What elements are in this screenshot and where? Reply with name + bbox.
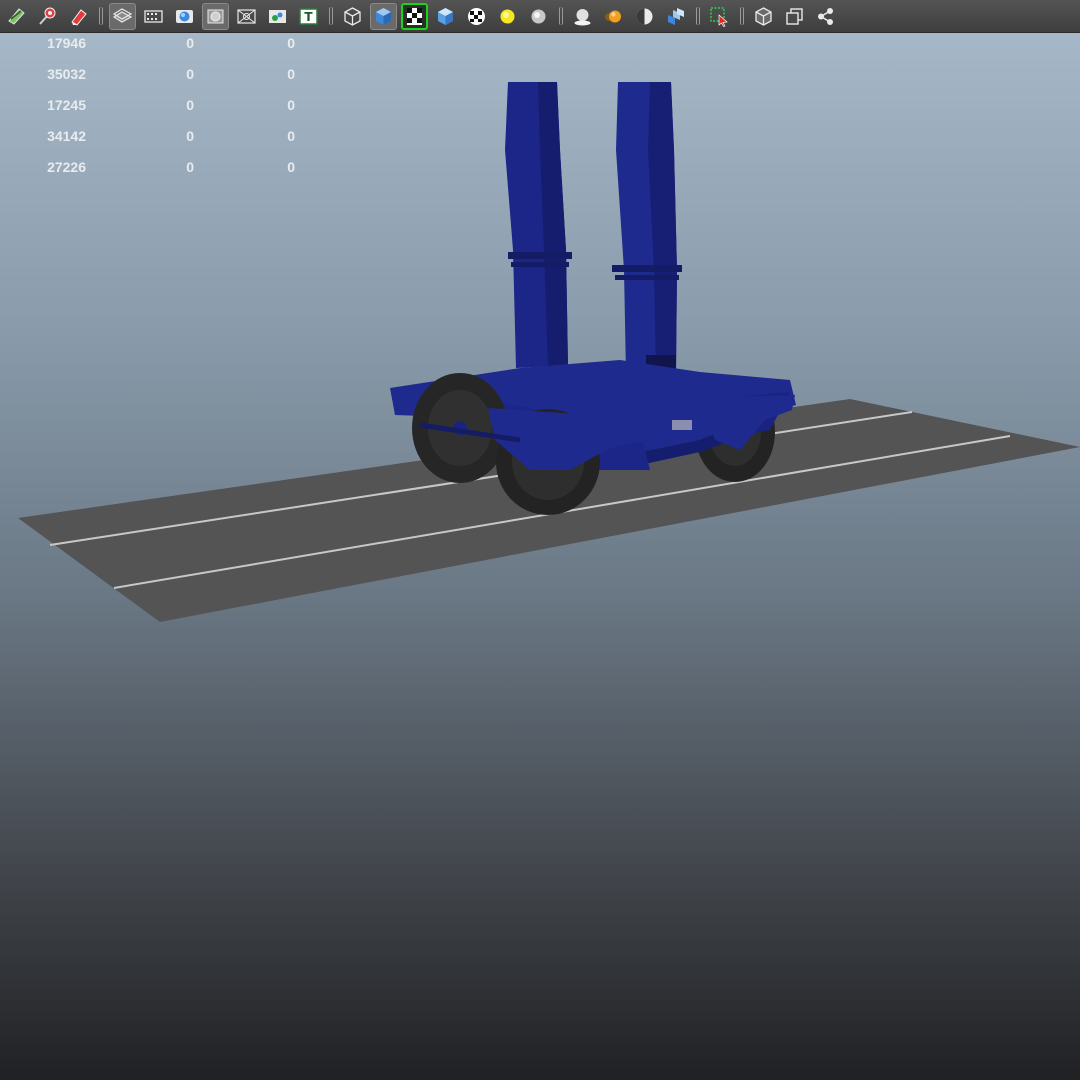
shadows-icon[interactable] xyxy=(525,3,552,30)
textured-icon[interactable] xyxy=(463,3,490,30)
isolate-select-icon[interactable] xyxy=(706,3,733,30)
camera-attributes-icon[interactable] xyxy=(34,3,61,30)
hud-value: 0 xyxy=(186,66,194,82)
depth-of-field-icon[interactable] xyxy=(662,3,689,30)
field-chart-icon[interactable] xyxy=(233,3,260,30)
hud-value: 35032 xyxy=(47,66,86,82)
wireframe-icon[interactable] xyxy=(339,3,366,30)
hud-value: 0 xyxy=(287,66,295,82)
viewport-toolbar: T xyxy=(0,0,1080,33)
bookmark-icon[interactable] xyxy=(65,3,92,30)
hud-value: 0 xyxy=(186,35,194,51)
wireframe-on-shaded-icon[interactable] xyxy=(401,2,428,30)
hud-value: 0 xyxy=(287,128,295,144)
resolution-gate-icon[interactable] xyxy=(171,3,198,30)
hud-value: 17245 xyxy=(47,97,86,113)
film-gate-icon[interactable] xyxy=(140,3,167,30)
xray-active-components-icon[interactable] xyxy=(812,3,839,30)
safe-title-icon[interactable]: T xyxy=(295,3,322,30)
toolbar-separator[interactable] xyxy=(328,5,334,27)
3d-viewport[interactable]: 17946 0 0 35032 0 0 17245 0 0 34142 0 0 … xyxy=(0,0,1080,1080)
xray-icon[interactable] xyxy=(750,3,777,30)
image-plane-icon[interactable] xyxy=(109,2,136,30)
screen-space-ao-icon[interactable] xyxy=(569,3,596,30)
hud-value: 27226 xyxy=(47,159,86,175)
hud-value: 0 xyxy=(186,128,194,144)
xray-joints-icon[interactable] xyxy=(781,3,808,30)
default-material-icon[interactable] xyxy=(432,3,459,30)
toolbar-separator[interactable] xyxy=(558,5,564,27)
gate-mask-icon[interactable] xyxy=(202,2,229,30)
hud-value: 0 xyxy=(186,159,194,175)
toolbar-separator[interactable] xyxy=(739,5,745,27)
model-post-right[interactable] xyxy=(612,82,682,375)
model-post-left[interactable] xyxy=(505,82,572,368)
smooth-shade-icon[interactable] xyxy=(370,2,397,30)
hud-value: 34142 xyxy=(47,128,86,144)
toolbar-separator[interactable] xyxy=(98,5,104,27)
safe-action-icon[interactable] xyxy=(264,3,291,30)
hud-value: 0 xyxy=(287,159,295,175)
hud-value: 0 xyxy=(287,35,295,51)
hud-value: 17946 xyxy=(47,35,86,51)
motion-blur-icon[interactable] xyxy=(600,3,627,30)
multisample-aa-icon[interactable] xyxy=(631,3,658,30)
toolbar-separator[interactable] xyxy=(695,5,701,27)
hud-value: 0 xyxy=(186,97,194,113)
svg-text:T: T xyxy=(304,10,313,24)
select-camera-icon[interactable] xyxy=(3,3,30,30)
hud-value: 0 xyxy=(287,97,295,113)
use-all-lights-icon[interactable] xyxy=(494,3,521,30)
